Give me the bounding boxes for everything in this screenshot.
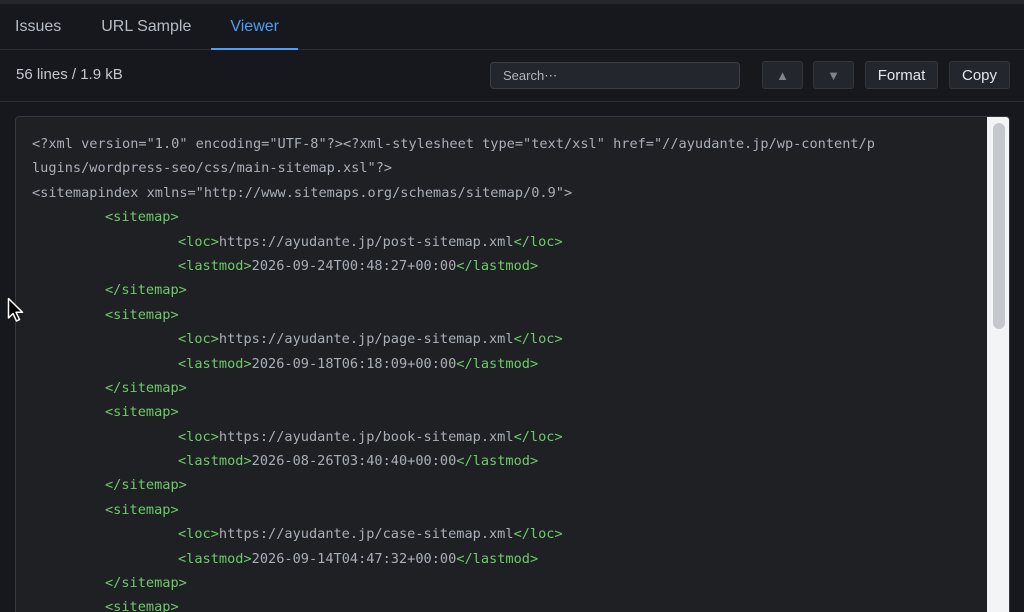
code-line: <loc>https://ayudante.jp/case-sitemap.xm…	[32, 522, 977, 546]
sitemap-viewer-app: Issues URL Sample Viewer 56 lines / 1.9 …	[0, 0, 1024, 612]
xml-open-tag: <loc>	[178, 428, 219, 445]
code-line: <?xml version="1.0" encoding="UTF-8"?><?…	[32, 132, 977, 156]
mouse-pointer-icon	[7, 297, 24, 322]
xml-close-tag: </lastmod>	[456, 453, 539, 470]
search-input[interactable]	[490, 62, 740, 89]
code-line: <sitemap>	[32, 498, 977, 522]
xml-open-tag: <loc>	[178, 233, 219, 250]
code-line: </sitemap>	[32, 473, 977, 497]
xml-open-tag: <loc>	[178, 331, 219, 348]
xml-close-tag: </lastmod>	[456, 355, 539, 372]
code-viewer[interactable]: <?xml version="1.0" encoding="UTF-8"?><?…	[15, 116, 1010, 612]
xml-open-tag: <loc>	[178, 526, 219, 543]
xml-open-tag: <lastmod>	[178, 355, 252, 372]
file-stats: 56 lines / 1.9 kB	[16, 66, 123, 83]
xml-close-tag: </loc>	[513, 233, 563, 250]
xml-open-tag: <lastmod>	[178, 257, 252, 274]
xml-tag: <sitemap>	[105, 209, 179, 226]
xml-close-tag: </lastmod>	[456, 257, 539, 274]
code-text: lugins/wordpress-seo/css/main-sitemap.xs…	[32, 160, 393, 177]
code-line: </sitemap>	[32, 376, 977, 400]
code-line: <sitemap>	[32, 205, 977, 229]
xml-close-tag: </loc>	[513, 526, 563, 543]
code-line: <lastmod>2026-09-24T00:48:27+00:00</last…	[32, 254, 977, 278]
code-text: <sitemapindex xmlns="http://www.sitemaps…	[32, 184, 573, 201]
xml-value: 2026-09-24T00:48:27+00:00	[251, 257, 457, 274]
code-line: <sitemap>	[32, 595, 977, 612]
xml-tag: </sitemap>	[105, 282, 187, 299]
xml-close-tag: </loc>	[513, 331, 563, 348]
code-line: <lastmod>2026-09-18T06:18:09+00:00</last…	[32, 352, 977, 376]
code-line: <lastmod>2026-08-26T03:40:40+00:00</last…	[32, 449, 977, 473]
code-line: <loc>https://ayudante.jp/book-sitemap.xm…	[32, 425, 977, 449]
xml-value: https://ayudante.jp/book-sitemap.xml	[218, 428, 514, 445]
xml-tag: </sitemap>	[105, 575, 187, 592]
code-line: <sitemapindex xmlns="http://www.sitemaps…	[32, 181, 977, 205]
xml-tag: </sitemap>	[105, 477, 187, 494]
code-line: <loc>https://ayudante.jp/post-sitemap.xm…	[32, 230, 977, 254]
tab-issues[interactable]: Issues	[0, 4, 85, 49]
xml-value: https://ayudante.jp/post-sitemap.xml	[218, 233, 514, 250]
code-line: <sitemap>	[32, 303, 977, 327]
code-line: lugins/wordpress-seo/css/main-sitemap.xs…	[32, 156, 977, 180]
xml-value: 2026-09-18T06:18:09+00:00	[251, 355, 457, 372]
code-line: <lastmod>2026-09-14T04:47:32+00:00</last…	[32, 547, 977, 571]
arrow-up-icon: ▲	[776, 67, 789, 83]
prev-match-button[interactable]: ▲	[762, 61, 803, 89]
xml-tag: <sitemap>	[105, 501, 179, 518]
xml-tag: <sitemap>	[105, 306, 179, 323]
code-line: <loc>https://ayudante.jp/page-sitemap.xm…	[32, 327, 977, 351]
xml-close-tag: </lastmod>	[456, 550, 539, 567]
viewer-toolbar: 56 lines / 1.9 kB ▲ ▼ Format Copy	[0, 50, 1024, 102]
next-match-button[interactable]: ▼	[813, 61, 854, 89]
tab-url-sample[interactable]: URL Sample	[85, 4, 211, 49]
xml-value: 2026-08-26T03:40:40+00:00	[251, 453, 457, 470]
copy-button[interactable]: Copy	[949, 61, 1010, 89]
xml-open-tag: <lastmod>	[178, 453, 252, 470]
xml-value: 2026-09-14T04:47:32+00:00	[251, 550, 457, 567]
arrow-down-icon: ▼	[827, 67, 840, 83]
scrollbar-track[interactable]	[987, 117, 1009, 612]
format-button[interactable]: Format	[865, 61, 938, 89]
code-line: </sitemap>	[32, 278, 977, 302]
tab-viewer[interactable]: Viewer	[211, 4, 298, 50]
xml-tag: <sitemap>	[105, 404, 179, 421]
xml-close-tag: </loc>	[513, 428, 563, 445]
xml-value: https://ayudante.jp/page-sitemap.xml	[218, 331, 514, 348]
code-content: <?xml version="1.0" encoding="UTF-8"?><?…	[32, 132, 977, 612]
scrollbar-thumb[interactable]	[993, 123, 1005, 329]
code-text: <?xml version="1.0" encoding="UTF-8"?><?…	[32, 136, 875, 152]
tab-bar: Issues URL Sample Viewer	[0, 4, 1024, 50]
xml-tag: </sitemap>	[105, 379, 187, 396]
code-line: <sitemap>	[32, 400, 977, 424]
code-line: </sitemap>	[32, 571, 977, 595]
xml-open-tag: <lastmod>	[178, 550, 252, 567]
xml-value: https://ayudante.jp/case-sitemap.xml	[218, 526, 514, 543]
xml-tag: <sitemap>	[105, 599, 179, 612]
